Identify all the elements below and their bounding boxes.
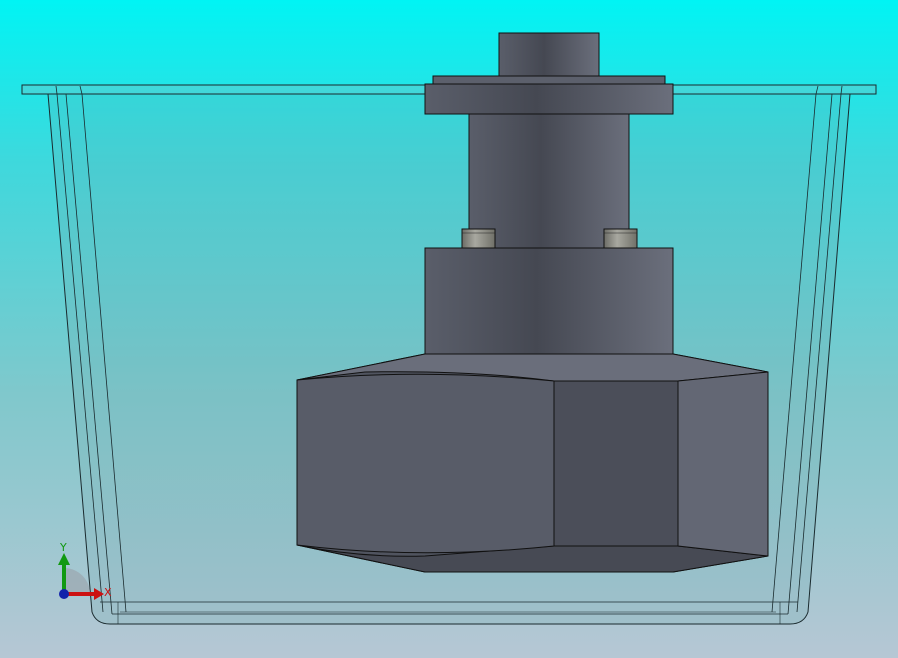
hex-nut[interactable] <box>296 353 769 573</box>
y-axis-label: Y <box>59 541 67 554</box>
top-cap[interactable] <box>498 32 600 78</box>
pin-left[interactable] <box>461 228 496 249</box>
triad-arc <box>64 568 90 594</box>
shaft[interactable] <box>468 113 630 249</box>
3d-viewport[interactable]: Y X <box>0 0 898 658</box>
model-view[interactable]: Y X <box>0 0 898 658</box>
washer[interactable] <box>432 75 666 85</box>
x-axis-label: X <box>104 586 112 599</box>
z-axis-dot <box>59 589 69 599</box>
pin-right[interactable] <box>603 228 638 249</box>
flange[interactable] <box>424 83 674 115</box>
collar[interactable] <box>424 247 674 355</box>
